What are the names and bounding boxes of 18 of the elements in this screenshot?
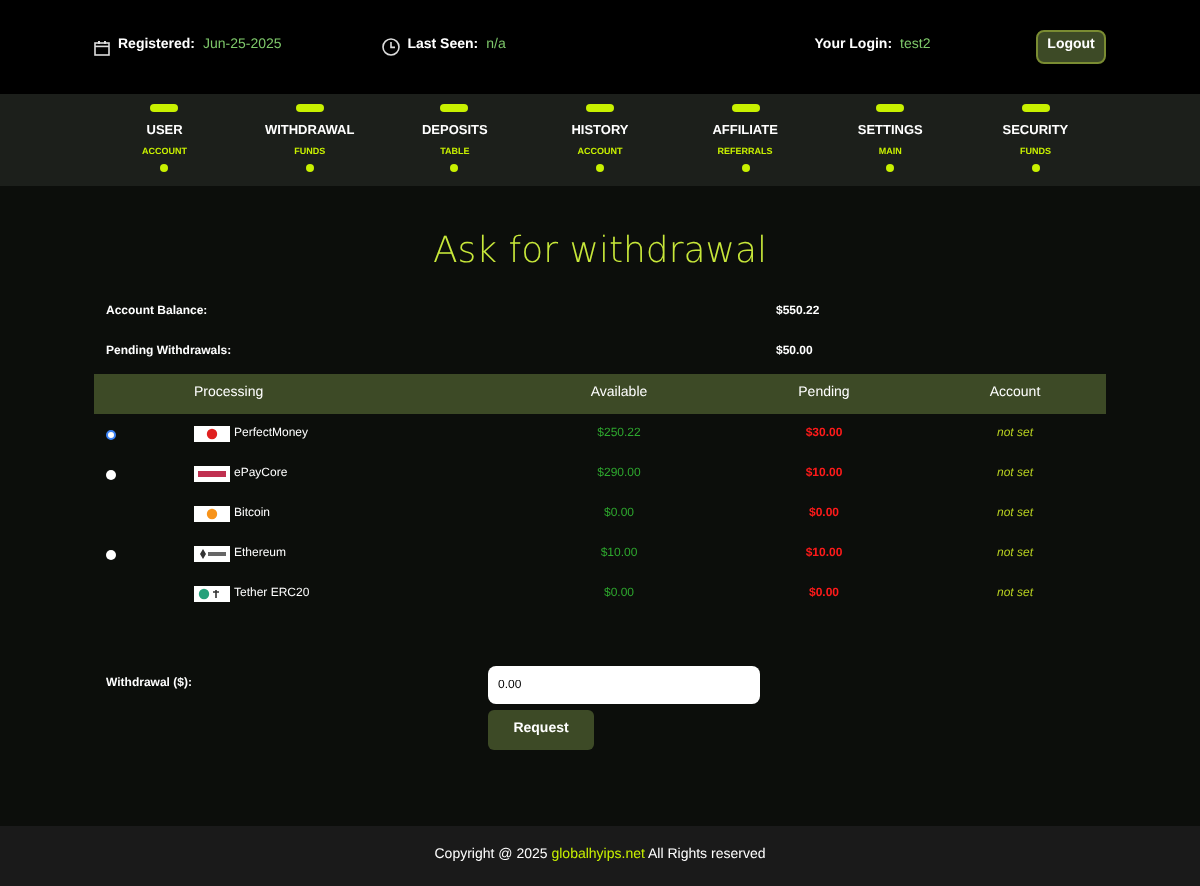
- nav-indicator-bar: [876, 104, 905, 112]
- radio-button[interactable]: [106, 469, 116, 479]
- payment-logo-icon: [194, 546, 230, 562]
- radio-button[interactable]: [106, 429, 116, 439]
- nav-indicator-bar: [295, 104, 324, 112]
- payment-logo-icon: [194, 466, 230, 482]
- payment-logo-icon: [194, 426, 230, 442]
- nav-indicator-bar: [440, 104, 469, 112]
- clock-icon: [381, 38, 400, 56]
- payment-logo-icon: [194, 506, 230, 522]
- calendar-icon: [94, 39, 110, 55]
- nav-indicator-bar: [585, 104, 614, 112]
- nav-indicator-bar: [1021, 104, 1050, 112]
- radio-button[interactable]: [106, 549, 116, 559]
- payment-logo-icon: [194, 586, 230, 602]
- page-title: Ask for withdrawal: [430, 228, 770, 276]
- nav-indicator-bar: [150, 104, 179, 112]
- nav-indicator-bar: [731, 104, 760, 112]
